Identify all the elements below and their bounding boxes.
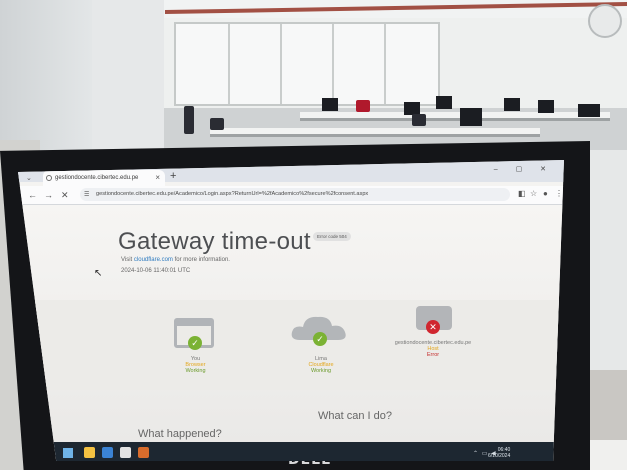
back-window [174,22,440,106]
app-icon[interactable] [138,447,149,458]
error-title: Gateway time-out [118,228,311,255]
forward-button[interactable]: → [44,190,53,200]
desk-row [300,112,610,121]
back-button[interactable]: ← [28,190,37,200]
what-can-i-do-heading: What can I do? [318,410,392,422]
node-status: Working [310,368,332,374]
node-status: Error [426,352,440,358]
error-code-badge: Error code 504 [313,232,351,241]
node-status: Working [185,368,206,374]
chair [412,114,426,126]
chrome-icon[interactable] [120,447,131,458]
background-monitor [504,98,520,111]
chair [184,106,194,134]
background-monitor [322,98,338,111]
timestamp: 2024-10-06 11:40:01 UTC [121,268,191,274]
pillar [92,0,164,170]
visit-prefix: Visit [121,257,133,263]
check-icon: ✓ [188,336,202,350]
what-happened-heading: What happened? [138,428,222,440]
error-icon: ✕ [426,320,440,334]
site-info-icon[interactable]: ☰ [84,191,89,198]
loading-icon [46,175,52,181]
clock-date: 6/10/2024 [488,453,511,459]
window-controls[interactable]: – ▢ ✕ [494,165,554,173]
close-tab-icon[interactable]: × [155,170,160,186]
browser-tab[interactable]: gestiondocente.cibertec.edu.pe × [43,170,165,186]
chair [210,118,224,130]
new-tab-button[interactable]: + [170,170,176,182]
wall-fan [588,4,622,38]
star-icon[interactable]: ☆ [530,189,537,198]
background-monitor [460,108,482,126]
start-button-icon[interactable] [63,448,73,458]
translate-icon[interactable]: ◧ [518,189,526,198]
tab-title: gestiondocente.cibertec.edu.pe [55,175,139,181]
edge-icon[interactable] [102,447,113,458]
tab-search-icon[interactable]: ⌄ [26,174,32,182]
url-input[interactable]: gestiondocente.cibertec.edu.pe/Academico… [80,188,510,201]
window-pane [384,24,386,104]
window-pane [228,24,230,104]
visit-text: Visit cloudflare.com for more informatio… [121,257,230,263]
window-pane [332,24,334,104]
stop-button[interactable]: ✕ [61,190,69,201]
background-monitor [436,96,452,109]
background-monitor [538,100,554,113]
file-explorer-icon[interactable] [84,447,95,458]
window-pane [280,24,282,104]
cloudflare-link[interactable]: cloudflare.com [134,257,173,263]
system-clock[interactable]: 06:40 6/10/2024 [488,447,510,459]
desk-row [210,128,540,137]
mouse-cursor-icon: ↖ [94,268,103,279]
red-chair [356,100,370,112]
menu-icon[interactable]: ⋮ [555,189,563,198]
profile-icon[interactable]: ● [543,189,548,198]
node-cloudflare: Lima Cloudflare Working [290,356,352,374]
visit-suffix: for more information. [174,257,230,263]
background-monitor [578,104,600,117]
node-host: gestiondocente.cibertec.edu.pe Host Erro… [388,340,478,358]
node-you: You Browser Working [168,356,223,374]
monitor-screen: ⌄ gestiondocente.cibertec.edu.pe × + – ▢… [18,160,564,461]
check-icon: ✓ [313,332,327,346]
